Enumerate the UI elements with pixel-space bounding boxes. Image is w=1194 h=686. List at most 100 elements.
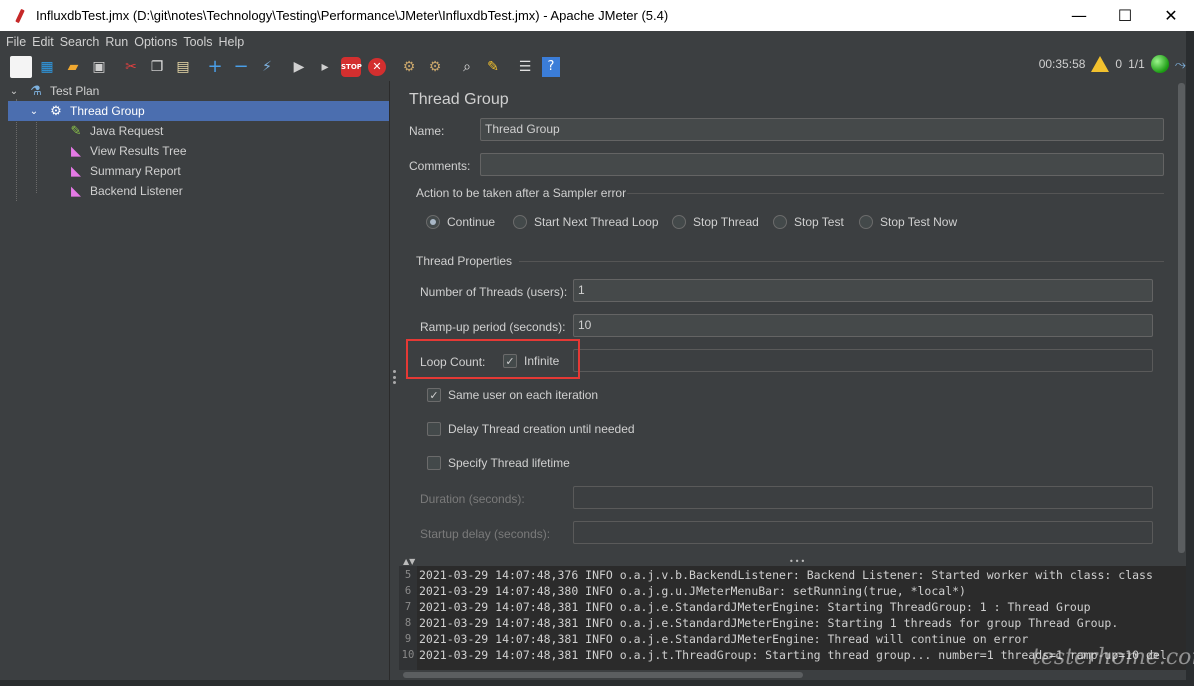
radio-label: Continue <box>447 215 496 229</box>
radio-stop-test[interactable]: Stop Test <box>773 215 844 229</box>
collapse-icon[interactable]: − <box>230 56 252 78</box>
tree-node-view-results-tree[interactable]: ◣ View Results Tree <box>68 141 187 161</box>
menu-help[interactable]: Help <box>219 35 245 49</box>
checkmark-icon: ✓ <box>427 388 441 402</box>
duration-field[interactable] <box>573 486 1153 509</box>
remote-icon[interactable]: ⤳ <box>1175 56 1186 73</box>
menu-options[interactable]: Options <box>134 35 177 49</box>
save-icon[interactable]: ▣ <box>88 56 110 78</box>
line-number: 10 <box>401 649 415 661</box>
split-pane-handle[interactable] <box>392 370 396 384</box>
log-text: 2021-03-29 14:07:48,376 INFO o.a.j.v.b.B… <box>419 568 1153 582</box>
tree-node-backend-listener[interactable]: ◣ Backend Listener <box>68 181 183 201</box>
tree-node-thread-group[interactable]: ⌄ ⚙ Thread Group <box>8 101 389 121</box>
panel-title: Thread Group <box>409 91 509 108</box>
log-text: 2021-03-29 14:07:48,380 INFO o.a.j.g.u.J… <box>419 584 966 598</box>
reset-search-icon[interactable]: ✎ <box>482 56 504 78</box>
radio-stop-test-now[interactable]: Stop Test Now <box>859 215 957 229</box>
loop-count-highlight <box>406 339 580 379</box>
line-number: 5 <box>404 569 412 581</box>
toggle-icon[interactable]: ⚡ <box>256 56 278 78</box>
minimize-button[interactable]: — <box>1056 0 1102 31</box>
log-split-handle[interactable]: ▲▼ ••• <box>399 556 1186 566</box>
collapse-chevron-icon[interactable]: ⌄ <box>28 105 40 117</box>
start-icon[interactable]: ▶ <box>288 56 310 78</box>
start-no-pauses-icon[interactable]: ▸ <box>314 56 336 78</box>
paste-icon[interactable]: ▤ <box>172 56 194 78</box>
checkbox-box <box>427 422 441 436</box>
elapsed-time: 00:35:58 <box>1038 57 1086 71</box>
tree-node-java-request[interactable]: ✎ Java Request <box>68 121 164 141</box>
open-icon[interactable]: ▰ <box>62 56 84 78</box>
new-icon[interactable] <box>10 55 32 78</box>
clear-icon[interactable]: ⚙ <box>398 56 420 78</box>
comments-field[interactable] <box>480 153 1164 176</box>
loop-count-field[interactable] <box>573 349 1153 372</box>
tree-node-summary-report[interactable]: ◣ Summary Report <box>68 161 181 181</box>
startup-delay-field[interactable] <box>573 521 1153 544</box>
rampup-field[interactable]: 10 <box>573 314 1153 337</box>
tree-node-label: Test Plan <box>50 84 100 98</box>
gear-icon: ⚙ <box>50 103 62 119</box>
scrollbar-thumb[interactable] <box>1178 83 1185 553</box>
background-window <box>1186 31 1194 686</box>
thread-lifetime-checkbox[interactable]: Specify Thread lifetime <box>427 456 570 470</box>
radio-continue[interactable]: Continue <box>426 215 495 229</box>
tree-node-test-plan[interactable]: ⌄ ⚗ Test Plan <box>8 81 388 101</box>
name-field[interactable]: Thread Group <box>480 118 1164 141</box>
chart-icon: ◣ <box>71 163 81 179</box>
toolbar: ▦ ▰ ▣ ✂ ❐ ▤ + − ⚡ ▶ ▸ STOP ✕ ⚙ ⚙ ⌕ ✎ ☰ ?… <box>0 52 1194 81</box>
panel-scrollbar[interactable] <box>1177 81 1186 556</box>
test-plan-tree: ⌄ ⚗ Test Plan ⌄ ⚙ Thread Group ✎ Java Re… <box>0 81 390 686</box>
threads-field[interactable]: 1 <box>573 279 1153 302</box>
window-title: InfluxdbTest.jmx (D:\git\notes\Technolog… <box>36 8 669 23</box>
expand-icon[interactable]: + <box>204 56 226 78</box>
error-action-title: Action to be taken after a Sampler error <box>416 186 627 200</box>
clear-all-icon[interactable]: ⚙ <box>424 56 446 78</box>
jmeter-feather-icon <box>12 8 28 24</box>
shutdown-icon[interactable]: ✕ <box>366 56 388 78</box>
menu-edit[interactable]: Edit <box>32 35 54 49</box>
chart-icon: ◣ <box>71 143 81 159</box>
collapse-chevron-icon[interactable]: ⌄ <box>8 85 20 97</box>
log-line: 9 2021-03-29 14:07:48,381 INFO o.a.j.e.St… <box>399 631 1028 647</box>
rampup-label: Ramp-up period (seconds): <box>420 320 566 334</box>
radio-start-next-thread-loop[interactable]: Start Next Thread Loop <box>513 215 659 229</box>
window-controls: — ☐ ✕ <box>1056 0 1194 31</box>
copy-icon[interactable]: ❐ <box>146 56 168 78</box>
radio-stop-thread[interactable]: Stop Thread <box>672 215 759 229</box>
log-line: 8 2021-03-29 14:07:48,381 INFO o.a.j.e.St… <box>399 615 1118 631</box>
checkbox-label: Delay Thread creation until needed <box>448 422 635 436</box>
split-arrows-icon[interactable]: ▲▼ <box>403 557 415 566</box>
chart-icon: ◣ <box>71 183 81 199</box>
same-user-checkbox[interactable]: ✓ Same user on each iteration <box>427 388 598 402</box>
search-icon[interactable]: ⌕ <box>456 56 478 78</box>
close-button[interactable]: ✕ <box>1148 0 1194 31</box>
tree-node-label: Java Request <box>90 124 164 138</box>
warning-count: 0 <box>1115 57 1123 71</box>
maximize-button[interactable]: ☐ <box>1102 0 1148 31</box>
menu-run[interactable]: Run <box>105 35 128 49</box>
delay-thread-checkbox[interactable]: Delay Thread creation until needed <box>427 422 635 436</box>
cut-icon[interactable]: ✂ <box>120 56 142 78</box>
line-number: 6 <box>404 585 412 597</box>
thread-group-panel: Thread Group Name: Thread Group Comments… <box>399 81 1186 556</box>
checkbox-label: Same user on each iteration <box>448 388 599 402</box>
templates-icon[interactable]: ▦ <box>36 56 58 78</box>
menu-search[interactable]: Search <box>60 35 100 49</box>
help-icon[interactable]: ? <box>540 56 562 78</box>
function-helper-icon[interactable]: ☰ <box>514 56 536 78</box>
running-indicator-icon <box>1150 55 1169 73</box>
menu-file[interactable]: File <box>6 35 26 49</box>
radio-label: Stop Test <box>794 215 844 229</box>
radio-label: Stop Test Now <box>880 215 958 229</box>
menu-tools[interactable]: Tools <box>183 35 212 49</box>
log-horizontal-scrollbar[interactable] <box>399 670 1186 680</box>
warning-icon[interactable] <box>1091 56 1110 72</box>
stop-icon[interactable]: STOP <box>340 56 362 78</box>
scrollbar-thumb[interactable] <box>403 672 803 678</box>
radio-label: Stop Thread <box>693 215 759 229</box>
drag-dots-icon[interactable]: ••• <box>789 557 806 566</box>
title-bar: InfluxdbTest.jmx (D:\git\notes\Technolog… <box>0 0 1194 31</box>
log-text: 2021-03-29 14:07:48,381 INFO o.a.j.e.Sta… <box>419 616 1119 630</box>
